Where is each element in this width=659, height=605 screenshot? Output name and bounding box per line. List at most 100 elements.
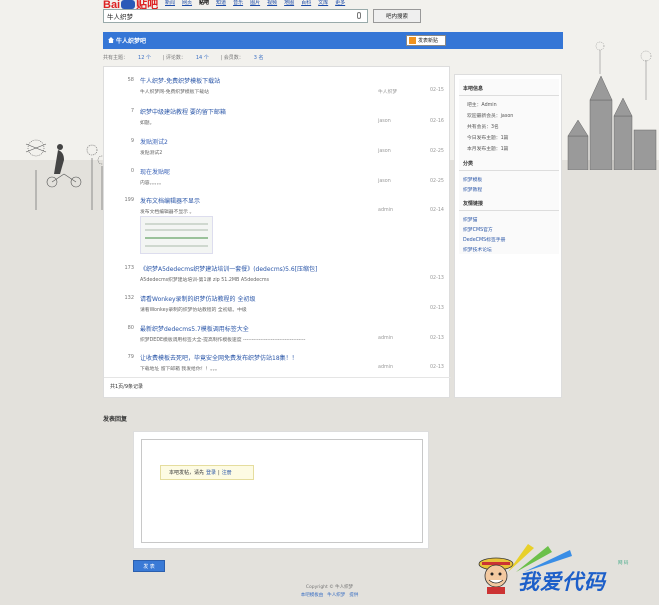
members-stat: | 会员数： 3 名: [220, 55, 264, 61]
thread-thumbnail[interactable]: [140, 216, 213, 254]
friend-links-heading: 友情链接: [459, 194, 559, 211]
thread-author[interactable]: admin: [378, 208, 393, 213]
thread-abstract: 牛人织梦网-免费织梦模板下载站: [140, 90, 209, 95]
sidebar: 本吧信息 吧主：Admin 欢迎最新会员：jason 共有会员：3名 今日发布主…: [454, 74, 562, 398]
nav-wenku[interactable]: 文库: [318, 0, 328, 6]
search-in-forum-button[interactable]: 吧内搜索: [373, 9, 421, 23]
castle-illustration: [567, 41, 657, 170]
reply-editor: 本吧发帖，请先 登录 | 注册: [133, 431, 429, 549]
nav-music[interactable]: 音乐: [233, 0, 243, 6]
friend-link[interactable]: 织梦猫: [459, 214, 559, 224]
search-box: [103, 9, 368, 23]
reply-count: 199: [124, 197, 134, 203]
nav-zhidao[interactable]: 知道: [216, 0, 226, 6]
thread-author[interactable]: jason: [378, 179, 391, 184]
scenery-left-illustration: [25, 139, 107, 210]
login-separator: |: [218, 469, 220, 476]
nav-news[interactable]: 新闻: [165, 0, 175, 6]
topics-label: 共有主题：: [103, 55, 129, 61]
thread-title[interactable]: 发贴测试2: [140, 137, 168, 146]
login-link[interactable]: 登录: [206, 469, 216, 476]
thread-title[interactable]: 织梦中级建站教程 要的留下邮箱: [140, 107, 226, 116]
topics-stat: 共有主题： 12 个: [103, 55, 151, 61]
reply-count: 173: [124, 265, 134, 271]
thread-title[interactable]: 最新织梦dedecms5.7模板调用标签大全: [140, 324, 249, 333]
thread-abstract: 内容。。。。。: [140, 181, 164, 186]
nav-web[interactable]: 网页: [182, 0, 192, 6]
reply-count: 9: [130, 138, 134, 144]
info-row: 本月发布主题：1篇: [467, 147, 509, 152]
reply-textarea[interactable]: 本吧发帖，请先 登录 | 注册: [141, 439, 423, 543]
forum-stats: 共有主题： 12 个 | 评论数： 14 个 | 会员数： 3 名: [103, 54, 563, 61]
microphone-icon[interactable]: [357, 12, 361, 19]
reply-count: 80: [127, 325, 134, 331]
footer-link: 提供: [349, 593, 359, 598]
category-link[interactable]: 织梦模板: [459, 174, 559, 184]
thread-time: 02-13: [430, 306, 444, 311]
thread-title[interactable]: 《织梦A5dedecms织梦建站培训一套餐》(dedecms)5.6[压缩包]: [140, 264, 317, 273]
info-row: 吧主：Admin: [467, 103, 497, 108]
reply-heading: 发表回复: [103, 416, 128, 423]
submit-reply-button[interactable]: 发 表: [133, 560, 165, 572]
pagination: 共1页/9条记录: [104, 377, 451, 395]
nav-tieba[interactable]: 贴吧: [199, 0, 209, 6]
thread-title[interactable]: 请看Wonkey录制的织梦仿站教程的 全初级: [140, 294, 255, 303]
replies-stat: | 评论数： 14 个: [162, 55, 209, 61]
footer-link: 本吧模板由: [300, 593, 324, 598]
watermark-text: 我爱代码: [518, 569, 606, 594]
friend-link[interactable]: 织梦技术论坛: [459, 244, 559, 254]
thread-author[interactable]: admin: [378, 365, 393, 370]
thread-abstract: 如题。: [140, 121, 155, 126]
topics-value: 12 个: [138, 55, 151, 61]
nav-baike[interactable]: 百科: [301, 0, 311, 6]
reply-count: 0: [130, 168, 134, 174]
search-input[interactable]: [104, 10, 344, 22]
thread-abstract: 发贴测试2: [140, 151, 163, 156]
login-tip-text: 本吧发帖，请先: [169, 470, 205, 476]
forum-title[interactable]: 牛人织梦吧: [116, 36, 146, 45]
home-icon[interactable]: [108, 37, 114, 43]
replies-label: 评论数：: [165, 55, 186, 61]
thread-author[interactable]: admin: [378, 336, 393, 341]
friend-link[interactable]: DedeCMS标签手册: [459, 234, 559, 244]
thread-title[interactable]: 现在发贴呢: [140, 167, 170, 176]
thread-abstract: 织梦DEDE模板调用标签大全-提高制作模板速度 ----------------…: [140, 338, 306, 343]
nav-more[interactable]: 更多: [335, 0, 345, 6]
replies-value: 14 个: [195, 55, 209, 61]
category-heading: 分类: [459, 154, 559, 171]
thread-time: 02-25: [430, 179, 444, 184]
register-link[interactable]: 注册: [222, 469, 232, 476]
forum-info-heading: 本吧信息: [459, 79, 559, 96]
reply-count: 79: [127, 354, 134, 360]
info-row: 今日发布主题：1篇: [467, 136, 509, 141]
thread-title[interactable]: 牛人织梦-免费织梦模板下载站: [140, 76, 220, 85]
thread-abstract: A5dedecms织梦建站培训-第1课 zip 51.2MB A5dedecms: [140, 278, 270, 283]
reply-count: 58: [127, 77, 134, 83]
friend-link[interactable]: 织梦CMS官方: [459, 224, 559, 234]
thread-list: 58 牛人织梦-免费织梦模板下载站 牛人织梦网-免费织梦模板下载站 牛人织梦 0…: [103, 66, 451, 398]
thread-author[interactable]: jason: [378, 149, 391, 154]
thread-title[interactable]: 让收费模板去死吧，毕竟安全网免费发布织梦仿站18集！！: [140, 353, 298, 362]
footer-link[interactable]: 牛人织梦: [327, 593, 345, 598]
thread-author[interactable]: 牛人织梦: [378, 88, 397, 95]
reply-count: 132: [124, 295, 134, 301]
nav-map[interactable]: 地图: [284, 0, 294, 6]
nav-video[interactable]: 视频: [267, 0, 277, 6]
thread-author[interactable]: jason: [378, 119, 391, 124]
thread-abstract: 下载地址 留下邮箱 我发给你！！。。。: [140, 367, 220, 372]
thread-time: 02-13: [430, 336, 444, 341]
category-link[interactable]: 织梦教程: [459, 184, 559, 194]
thread-abstract: 发布文档编辑器不显示 。: [140, 210, 195, 215]
login-tip: 本吧发帖，请先 登录 | 注册: [160, 465, 254, 480]
watermark-small-text: 网 码: [618, 561, 629, 566]
thread-time: 02-13: [430, 365, 444, 370]
nav-images[interactable]: 图片: [250, 0, 260, 6]
new-post-button[interactable]: 发表新贴: [406, 35, 446, 46]
paw-icon: [121, 0, 136, 9]
members-value: 3 名: [253, 55, 264, 61]
thread-abstract: 请看Wonkey录制的织梦仿站教程的 全初级。中级: [140, 308, 247, 313]
pencil-icon: [409, 37, 416, 44]
thread-time: 02-25: [430, 149, 444, 154]
baidu-nav: 新闻 网页 贴吧 知道 音乐 图片 视频 地图 百科 文库 更多: [165, 0, 345, 6]
thread-title[interactable]: 发布文档编辑器不显示: [140, 196, 200, 205]
